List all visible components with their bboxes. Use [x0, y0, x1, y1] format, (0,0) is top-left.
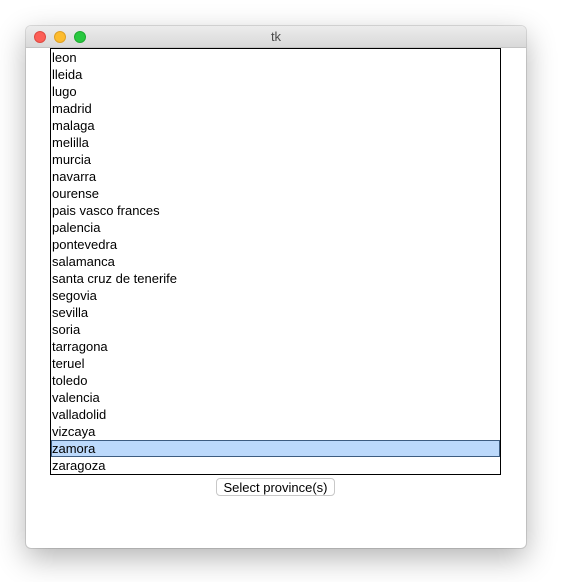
list-item-teruel[interactable]: teruel — [51, 355, 500, 372]
list-item-zaragoza[interactable]: zaragoza — [51, 457, 500, 474]
list-item-sevilla[interactable]: sevilla — [51, 304, 500, 321]
list-item-valencia[interactable]: valencia — [51, 389, 500, 406]
list-item-pontevedra[interactable]: pontevedra — [51, 236, 500, 253]
list-item-toledo[interactable]: toledo — [51, 372, 500, 389]
list-item-murcia[interactable]: murcia — [51, 151, 500, 168]
select-provinces-button[interactable]: Select province(s) — [216, 478, 335, 496]
province-listbox[interactable]: leon lleida lugo madrid malaga melilla murcia n… — [50, 48, 501, 475]
list-item-navarra[interactable]: navarra — [51, 168, 500, 185]
list-item-valladolid[interactable]: valladolid — [51, 406, 500, 423]
list-item-malaga[interactable]: malaga — [51, 117, 500, 134]
list-item-salamanca[interactable]: salamanca — [51, 253, 500, 270]
window-title: tk — [270, 29, 282, 44]
list-item-leon[interactable]: leon — [51, 49, 500, 66]
list-item-vizcaya[interactable]: vizcaya — [51, 423, 500, 440]
list-item-lleida[interactable]: lleida — [51, 66, 500, 83]
list-item-pais-vasco-frances[interactable]: pais vasco frances — [51, 202, 500, 219]
list-item-palencia[interactable]: palencia — [51, 219, 500, 236]
list-item-santa-cruz-de-tenerife[interactable]: santa cruz de tenerife — [51, 270, 500, 287]
list-item-zamora[interactable]: zamora — [51, 440, 500, 457]
list-item-soria[interactable]: soria — [51, 321, 500, 338]
list-item-melilla[interactable]: melilla — [51, 134, 500, 151]
app-window: tk leon lleida lugo madrid malaga melilla murc… — [26, 26, 526, 548]
list-item-ourense[interactable]: ourense — [51, 185, 500, 202]
list-item-segovia[interactable]: segovia — [51, 287, 500, 304]
list-item-tarragona[interactable]: tarragona — [51, 338, 500, 355]
list-item-madrid[interactable]: madrid — [51, 100, 500, 117]
title-bar[interactable]: tk — [26, 26, 526, 48]
list-item-lugo[interactable]: lugo — [51, 83, 500, 100]
